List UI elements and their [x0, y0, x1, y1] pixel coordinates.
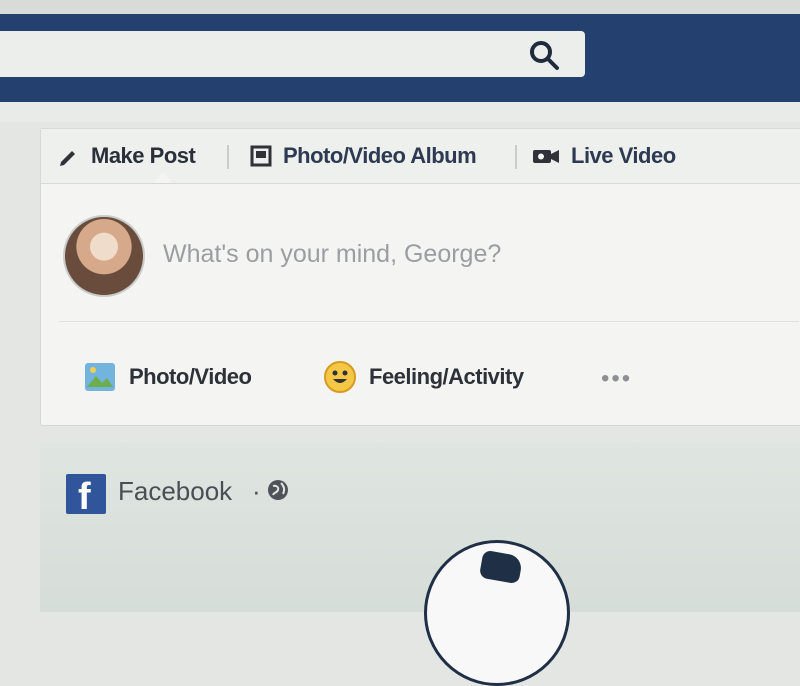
header-shadow	[0, 102, 800, 122]
feed-post: f Facebook ·	[40, 442, 800, 686]
tab-label: Live Video	[571, 143, 676, 168]
smile-icon	[324, 361, 356, 393]
composer-divider	[59, 321, 799, 322]
video-camera-icon	[533, 150, 559, 163]
tab-divider	[515, 145, 517, 169]
feeling-activity-button[interactable]: Feeling/Activity	[323, 359, 524, 395]
avatar[interactable]	[63, 215, 145, 297]
composer-tabs: Make Post Photo/Video Album Live Video	[41, 129, 800, 184]
post-image-soccer-ball	[424, 540, 570, 686]
tab-label: Make Post	[91, 143, 196, 168]
search-box[interactable]	[0, 31, 585, 77]
search-icon[interactable]	[527, 38, 561, 72]
feeling-activity-label: Feeling/Activity	[369, 364, 524, 389]
tab-label: Photo/Video Album	[283, 143, 477, 168]
globe-icon	[268, 480, 288, 500]
status-input[interactable]	[161, 233, 785, 275]
active-tab-caret	[153, 173, 173, 183]
photo-video-button[interactable]: Photo/Video	[83, 359, 252, 395]
source-separator: ·	[252, 476, 261, 506]
album-icon	[250, 145, 272, 167]
post-source[interactable]: Facebook	[118, 476, 232, 507]
photo-video-label: Photo/Video	[129, 364, 252, 389]
post-composer: Make Post Photo/Video Album Live Video W…	[40, 128, 800, 426]
facebook-logo[interactable]: f	[66, 474, 106, 518]
tab-divider	[227, 145, 229, 169]
more-options-button[interactable]: •••	[601, 365, 632, 393]
photo-icon	[85, 363, 115, 391]
pencil-icon	[60, 151, 75, 166]
tab-make-post[interactable]: Make Post	[57, 139, 196, 173]
tab-live-video[interactable]: Live Video	[531, 139, 676, 173]
soccer-ball-patch	[478, 549, 524, 585]
tab-photo-video-album[interactable]: Photo/Video Album	[249, 139, 477, 173]
